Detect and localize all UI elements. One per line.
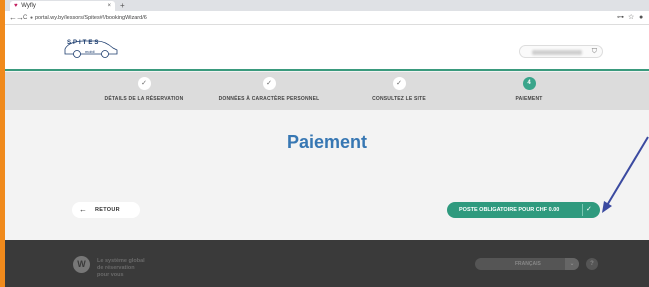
user-account-pill[interactable]: ⛉ — [519, 45, 603, 58]
annotation-arrow-icon — [602, 136, 649, 213]
step-payment[interactable]: 4 PAIEMENT — [459, 77, 599, 102]
button-divider — [582, 204, 583, 216]
chevron-down-icon: ⌄ — [565, 258, 579, 270]
logo-text: SPITES — [67, 40, 101, 46]
page-title: Paiement — [286, 132, 368, 152]
site-header: SPITES mobil ⛉ — [5, 25, 649, 71]
back-button[interactable]: ← RETOUR — [72, 202, 140, 218]
arrow-left-icon: ← — [79, 205, 87, 214]
tagline-line: pour vous — [97, 272, 124, 278]
booking-stepper: ✓ DÉTAILS DE LA RÉSERVATION ✓ DONNÉES À … — [5, 72, 649, 110]
language-select[interactable]: FRANÇAIS ⌄ — [475, 258, 579, 270]
bookmark-star-icon[interactable]: ☆ — [628, 11, 634, 25]
browser-tab[interactable]: ♥ Wyfly × — [10, 1, 115, 11]
site-footer: W Le système global de réservation pour … — [5, 240, 649, 287]
footer-logo-icon: W — [73, 256, 90, 273]
reload-icon[interactable]: C — [23, 11, 27, 25]
car-logo-icon — [64, 40, 118, 58]
help-icon[interactable]: ? — [586, 258, 598, 270]
tagline-line: Le système global — [97, 258, 145, 264]
profile-icon[interactable]: ● — [639, 11, 643, 25]
step-check-icon: ✓ — [392, 77, 406, 90]
footer-tagline: Le système global de réservation pour vo… — [97, 258, 145, 279]
check-icon: ✓ — [586, 206, 592, 213]
browser-tab-bar: ♥ Wyfly × + — [5, 0, 649, 11]
pay-button-label: POSTE OBLIGATOIRE POUR CHF 0.00 — [459, 207, 560, 213]
tab-title: Wyfly — [21, 3, 36, 9]
favicon-icon: ♥ — [14, 3, 18, 9]
step-check-icon: ✓ — [262, 77, 276, 90]
brand-logo[interactable]: SPITES mobil — [63, 35, 119, 61]
back-button-label: RETOUR — [95, 207, 120, 213]
logo-subtext: mobil — [85, 49, 95, 54]
payment-content: Paiement ← RETOUR POSTE OBLIGATOIRE POUR… — [5, 110, 649, 240]
browser-window: ♥ Wyfly × + ← → C ● portal.wy.by/lessors… — [5, 0, 649, 287]
lock-icon: ● — [30, 15, 34, 21]
step-label: DÉTAILS DE LA RÉSERVATION — [104, 96, 184, 102]
language-value: FRANÇAIS — [515, 261, 541, 267]
step-label: PAIEMENT — [515, 96, 543, 102]
step-personal-data[interactable]: ✓ DONNÉES À CARACTÈRE PERSONNEL — [199, 77, 339, 102]
step-label: DONNÉES À CARACTÈRE PERSONNEL — [218, 96, 320, 102]
pay-submit-button[interactable]: POSTE OBLIGATOIRE POUR CHF 0.00 ✓ — [447, 202, 600, 218]
tagline-line: de réservation — [97, 265, 135, 271]
step-reservation-details[interactable]: ✓ DÉTAILS DE LA RÉSERVATION — [74, 77, 214, 102]
key-icon[interactable]: ⊶ — [617, 11, 624, 25]
address-bar-row: ← → C ● portal.wy.by/lessors/Spites#!/bo… — [5, 11, 649, 25]
step-number: 4 — [522, 77, 536, 90]
step-check-icon: ✓ — [137, 77, 151, 90]
close-tab-icon[interactable]: × — [107, 1, 111, 11]
step-label: CONSULTEZ LE SITE — [372, 96, 426, 102]
blurred-username — [532, 50, 582, 55]
step-review-site[interactable]: ✓ CONSULTEZ LE SITE — [329, 77, 469, 102]
new-tab-button[interactable]: + — [120, 0, 125, 11]
url-field[interactable]: portal.wy.by/lessors/Spites#!/bookingWiz… — [35, 11, 147, 25]
user-shield-icon: ⛉ — [591, 48, 597, 55]
